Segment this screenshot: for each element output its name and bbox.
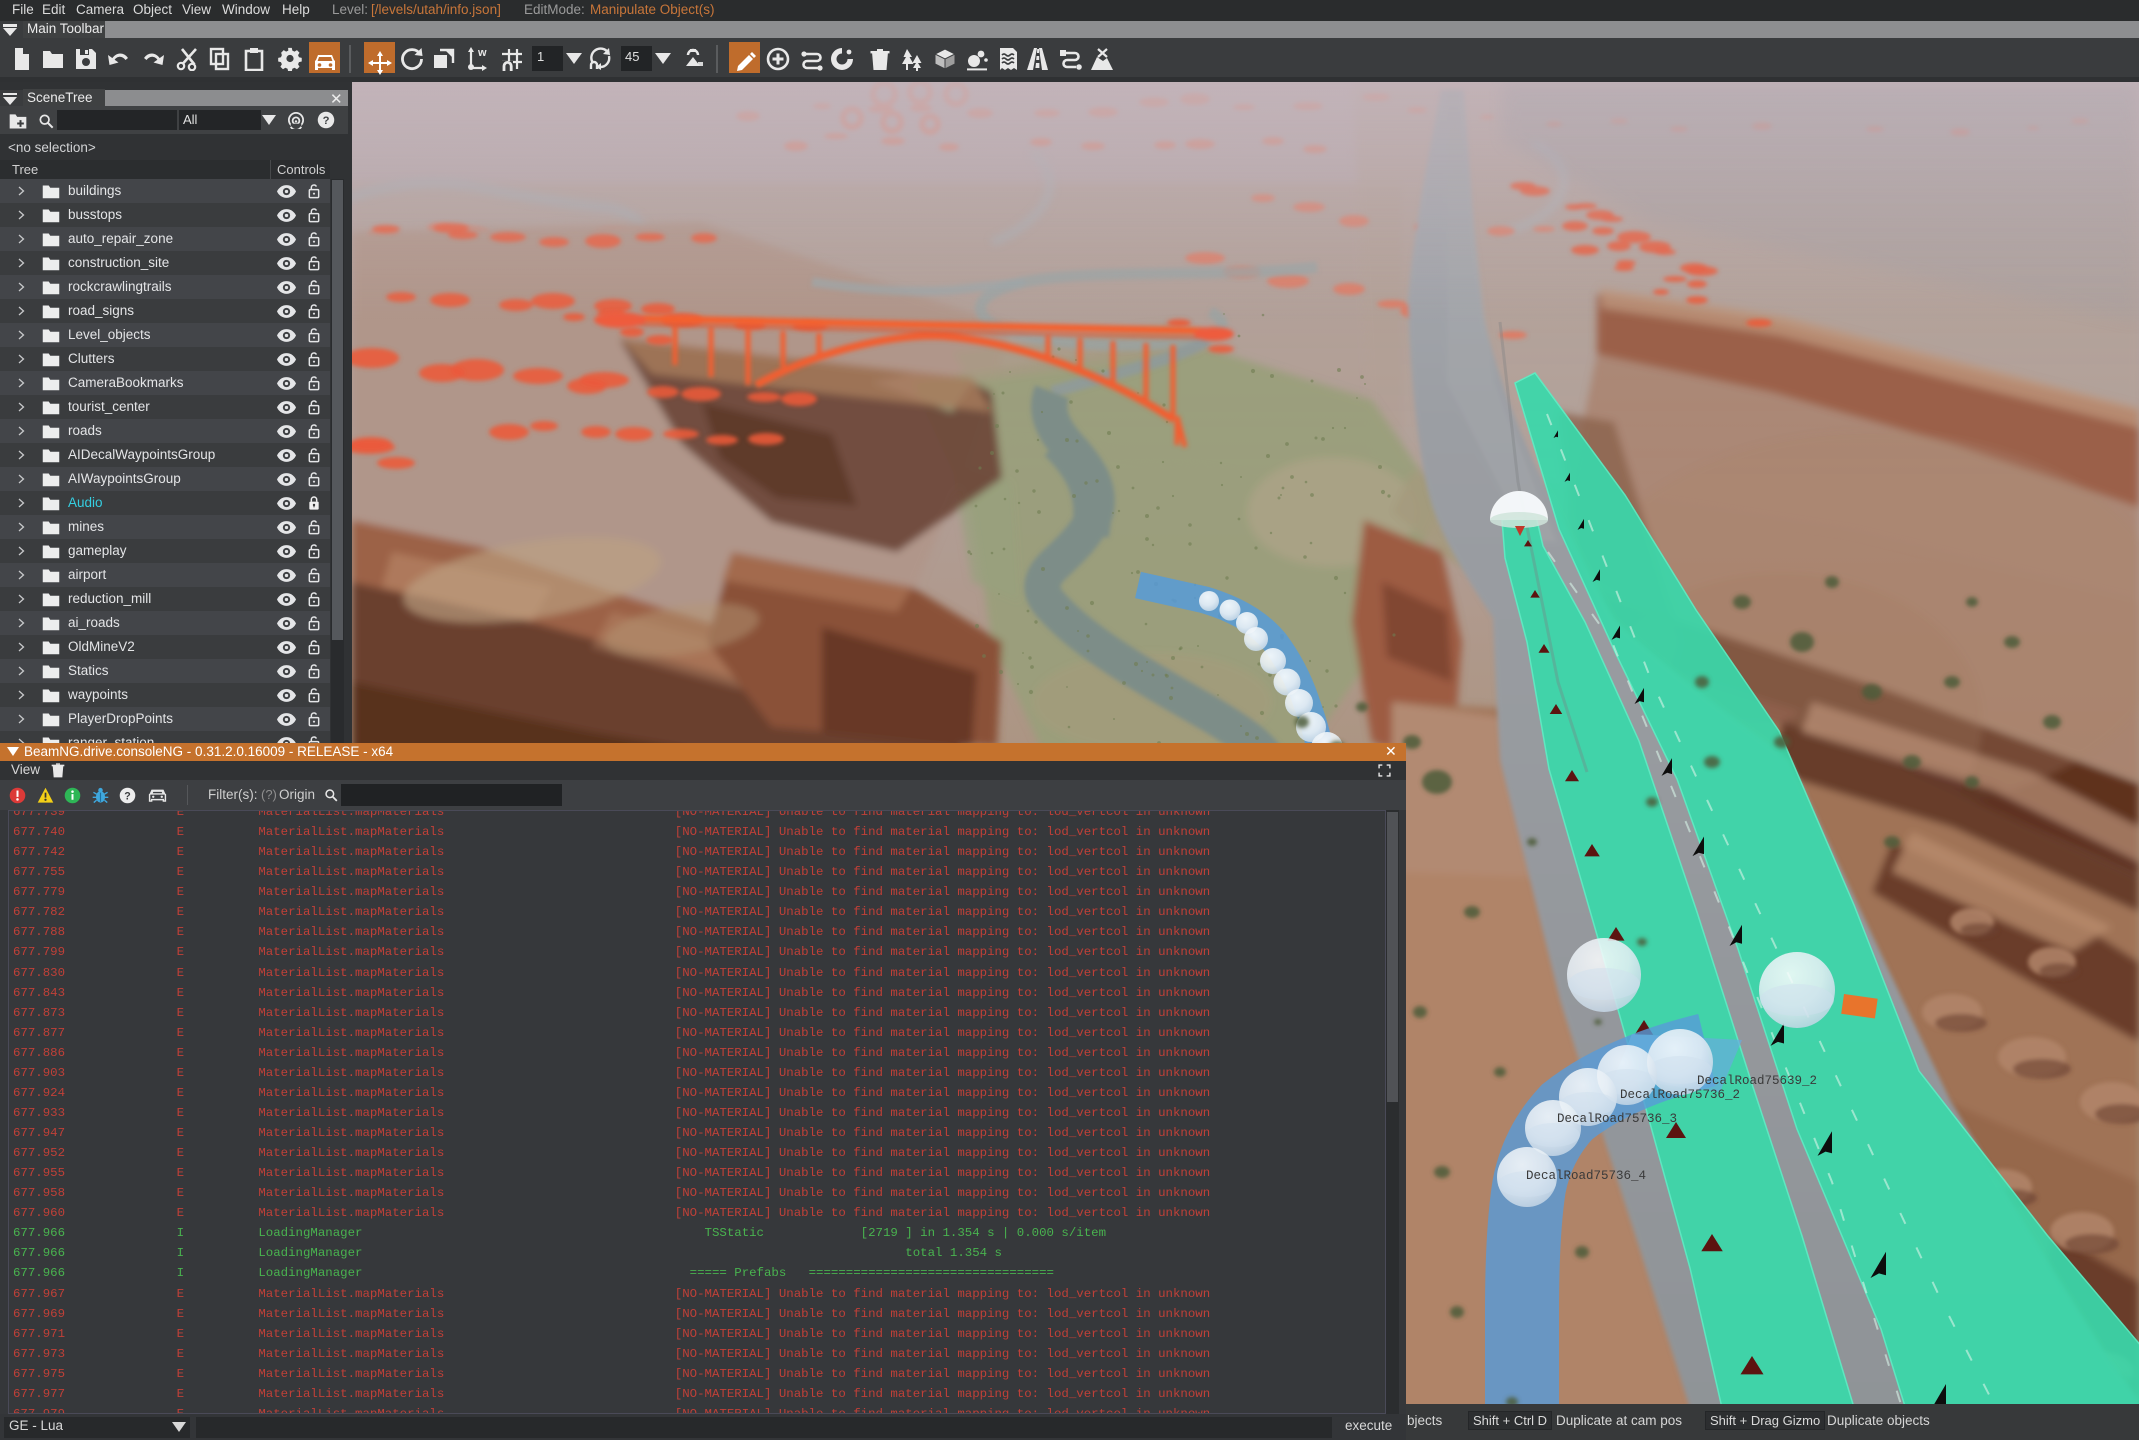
svg-text:DecalRoad75736_2: DecalRoad75736_2	[1620, 1088, 1740, 1102]
svg-text:DecalRoad75736_3: DecalRoad75736_3	[1557, 1112, 1677, 1126]
svg-text:DecalRoad75639_2: DecalRoad75639_2	[1697, 1074, 1817, 1088]
svg-text:DecalRoad75736_4: DecalRoad75736_4	[1526, 1169, 1646, 1183]
